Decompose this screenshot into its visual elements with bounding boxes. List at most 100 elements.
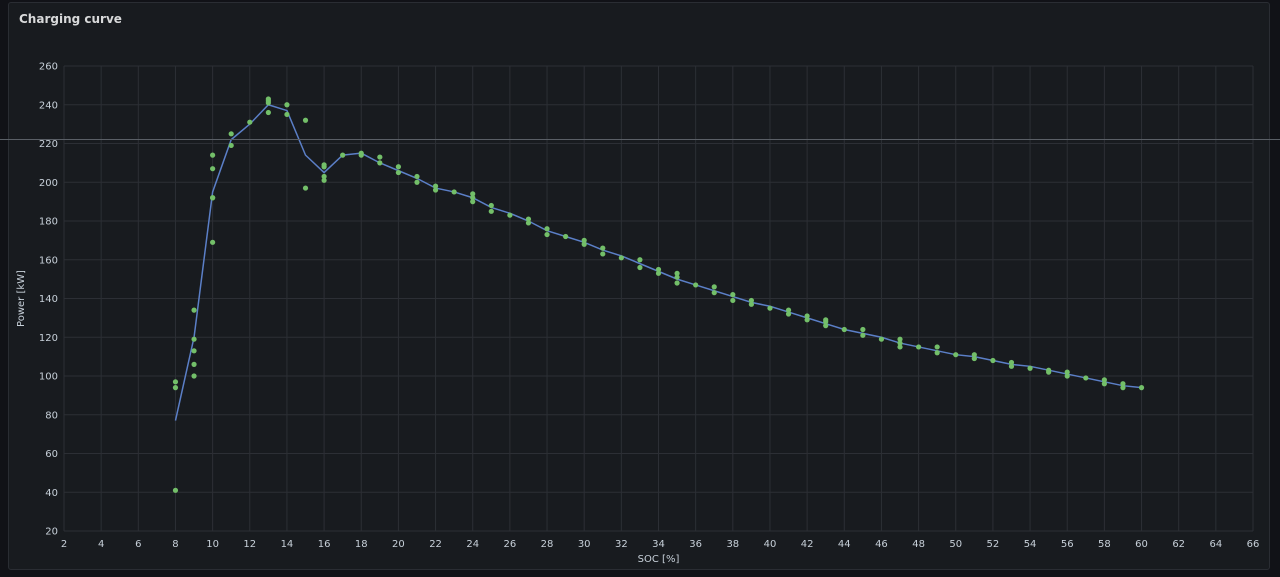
data-point xyxy=(544,226,550,232)
y-axis-title: Power [kW] xyxy=(16,270,27,327)
y-tick-label: 40 xyxy=(45,488,58,499)
data-point xyxy=(210,239,216,245)
data-point xyxy=(693,282,699,288)
x-tick-label: 18 xyxy=(355,539,368,550)
data-point xyxy=(191,361,197,367)
x-tick-label: 36 xyxy=(689,539,702,550)
data-point xyxy=(470,191,476,197)
x-tick-label: 8 xyxy=(172,539,178,550)
data-point xyxy=(210,166,216,172)
crosshair-line xyxy=(0,139,1280,140)
data-point xyxy=(804,313,810,319)
data-point xyxy=(191,336,197,342)
data-point xyxy=(284,102,290,108)
x-tick-label: 16 xyxy=(318,539,331,550)
data-point xyxy=(637,257,643,263)
data-point xyxy=(823,317,829,323)
x-tick-label: 6 xyxy=(135,539,141,550)
data-point xyxy=(971,352,977,358)
data-point xyxy=(321,162,327,168)
y-tick-label: 120 xyxy=(39,333,58,344)
data-point xyxy=(488,208,494,214)
data-point xyxy=(358,150,364,156)
x-tick-label: 44 xyxy=(838,539,851,550)
x-tick-label: 66 xyxy=(1247,539,1260,550)
data-point xyxy=(711,284,717,290)
data-point xyxy=(1083,375,1089,381)
data-point xyxy=(414,179,420,185)
x-tick-label: 48 xyxy=(912,539,925,550)
x-tick-label: 24 xyxy=(466,539,479,550)
x-tick-label: 52 xyxy=(987,539,1000,550)
y-tick-label: 240 xyxy=(39,100,58,111)
data-point xyxy=(1027,365,1033,371)
y-tick-label: 140 xyxy=(39,294,58,305)
x-tick-label: 4 xyxy=(98,539,104,550)
data-point xyxy=(302,117,309,123)
x-tick-label: 64 xyxy=(1209,539,1222,550)
y-tick-label: 60 xyxy=(45,449,58,460)
data-point xyxy=(265,96,271,102)
data-point xyxy=(1120,381,1126,387)
data-point xyxy=(785,307,792,313)
x-tick-label: 56 xyxy=(1061,539,1074,550)
x-tick-label: 38 xyxy=(726,539,739,550)
x-tick-label: 2 xyxy=(61,539,67,550)
data-point xyxy=(210,195,216,201)
data-point xyxy=(618,255,624,261)
x-tick-label: 12 xyxy=(243,539,256,550)
data-point xyxy=(953,352,959,358)
x-tick-label: 28 xyxy=(541,539,554,550)
data-point xyxy=(600,251,606,257)
x-tick-label: 26 xyxy=(504,539,517,550)
x-tick-label: 46 xyxy=(875,539,888,550)
data-point xyxy=(1008,359,1015,366)
data-point xyxy=(525,216,532,222)
y-tick-label: 160 xyxy=(39,255,58,266)
x-axis-title: SOC [%] xyxy=(638,554,680,565)
data-point xyxy=(878,336,885,342)
data-point xyxy=(563,233,569,240)
data-point xyxy=(191,373,197,379)
y-tick-label: 220 xyxy=(39,139,58,150)
data-point xyxy=(674,270,680,276)
data-point xyxy=(581,237,587,243)
data-point xyxy=(451,189,457,195)
data-point xyxy=(432,183,439,189)
y-tick-label: 80 xyxy=(45,410,58,421)
x-tick-label: 58 xyxy=(1098,539,1111,550)
data-point xyxy=(767,305,773,311)
data-point xyxy=(377,154,383,160)
x-tick-label: 42 xyxy=(801,539,814,550)
x-tick-label: 60 xyxy=(1135,539,1148,550)
data-point xyxy=(1046,367,1052,373)
data-point xyxy=(377,160,383,166)
data-point xyxy=(210,152,216,158)
x-tick-label: 62 xyxy=(1172,539,1185,550)
data-point xyxy=(1138,385,1145,391)
y-tick-label: 20 xyxy=(45,527,58,538)
data-point xyxy=(544,231,550,238)
data-point xyxy=(860,332,866,338)
data-point xyxy=(730,292,736,298)
data-point xyxy=(488,202,494,209)
data-point xyxy=(395,164,402,170)
data-point xyxy=(730,297,736,304)
data-point xyxy=(172,385,179,391)
data-point xyxy=(228,142,234,149)
x-tick-label: 32 xyxy=(615,539,628,550)
x-tick-label: 10 xyxy=(206,539,219,550)
data-point xyxy=(915,344,922,350)
x-tick-label: 34 xyxy=(652,539,665,550)
y-tick-label: 100 xyxy=(39,372,58,383)
x-tick-label: 50 xyxy=(949,539,962,550)
data-point xyxy=(191,348,197,354)
data-point xyxy=(172,487,179,493)
x-tick-label: 22 xyxy=(429,539,442,550)
tick-labels: 204060801001201401601802002202402602 4 6 8 1… xyxy=(39,62,1259,551)
data-point xyxy=(507,212,513,218)
data-point xyxy=(302,185,309,191)
data-point xyxy=(321,173,327,180)
data-point xyxy=(228,131,234,137)
data-point xyxy=(990,357,996,364)
